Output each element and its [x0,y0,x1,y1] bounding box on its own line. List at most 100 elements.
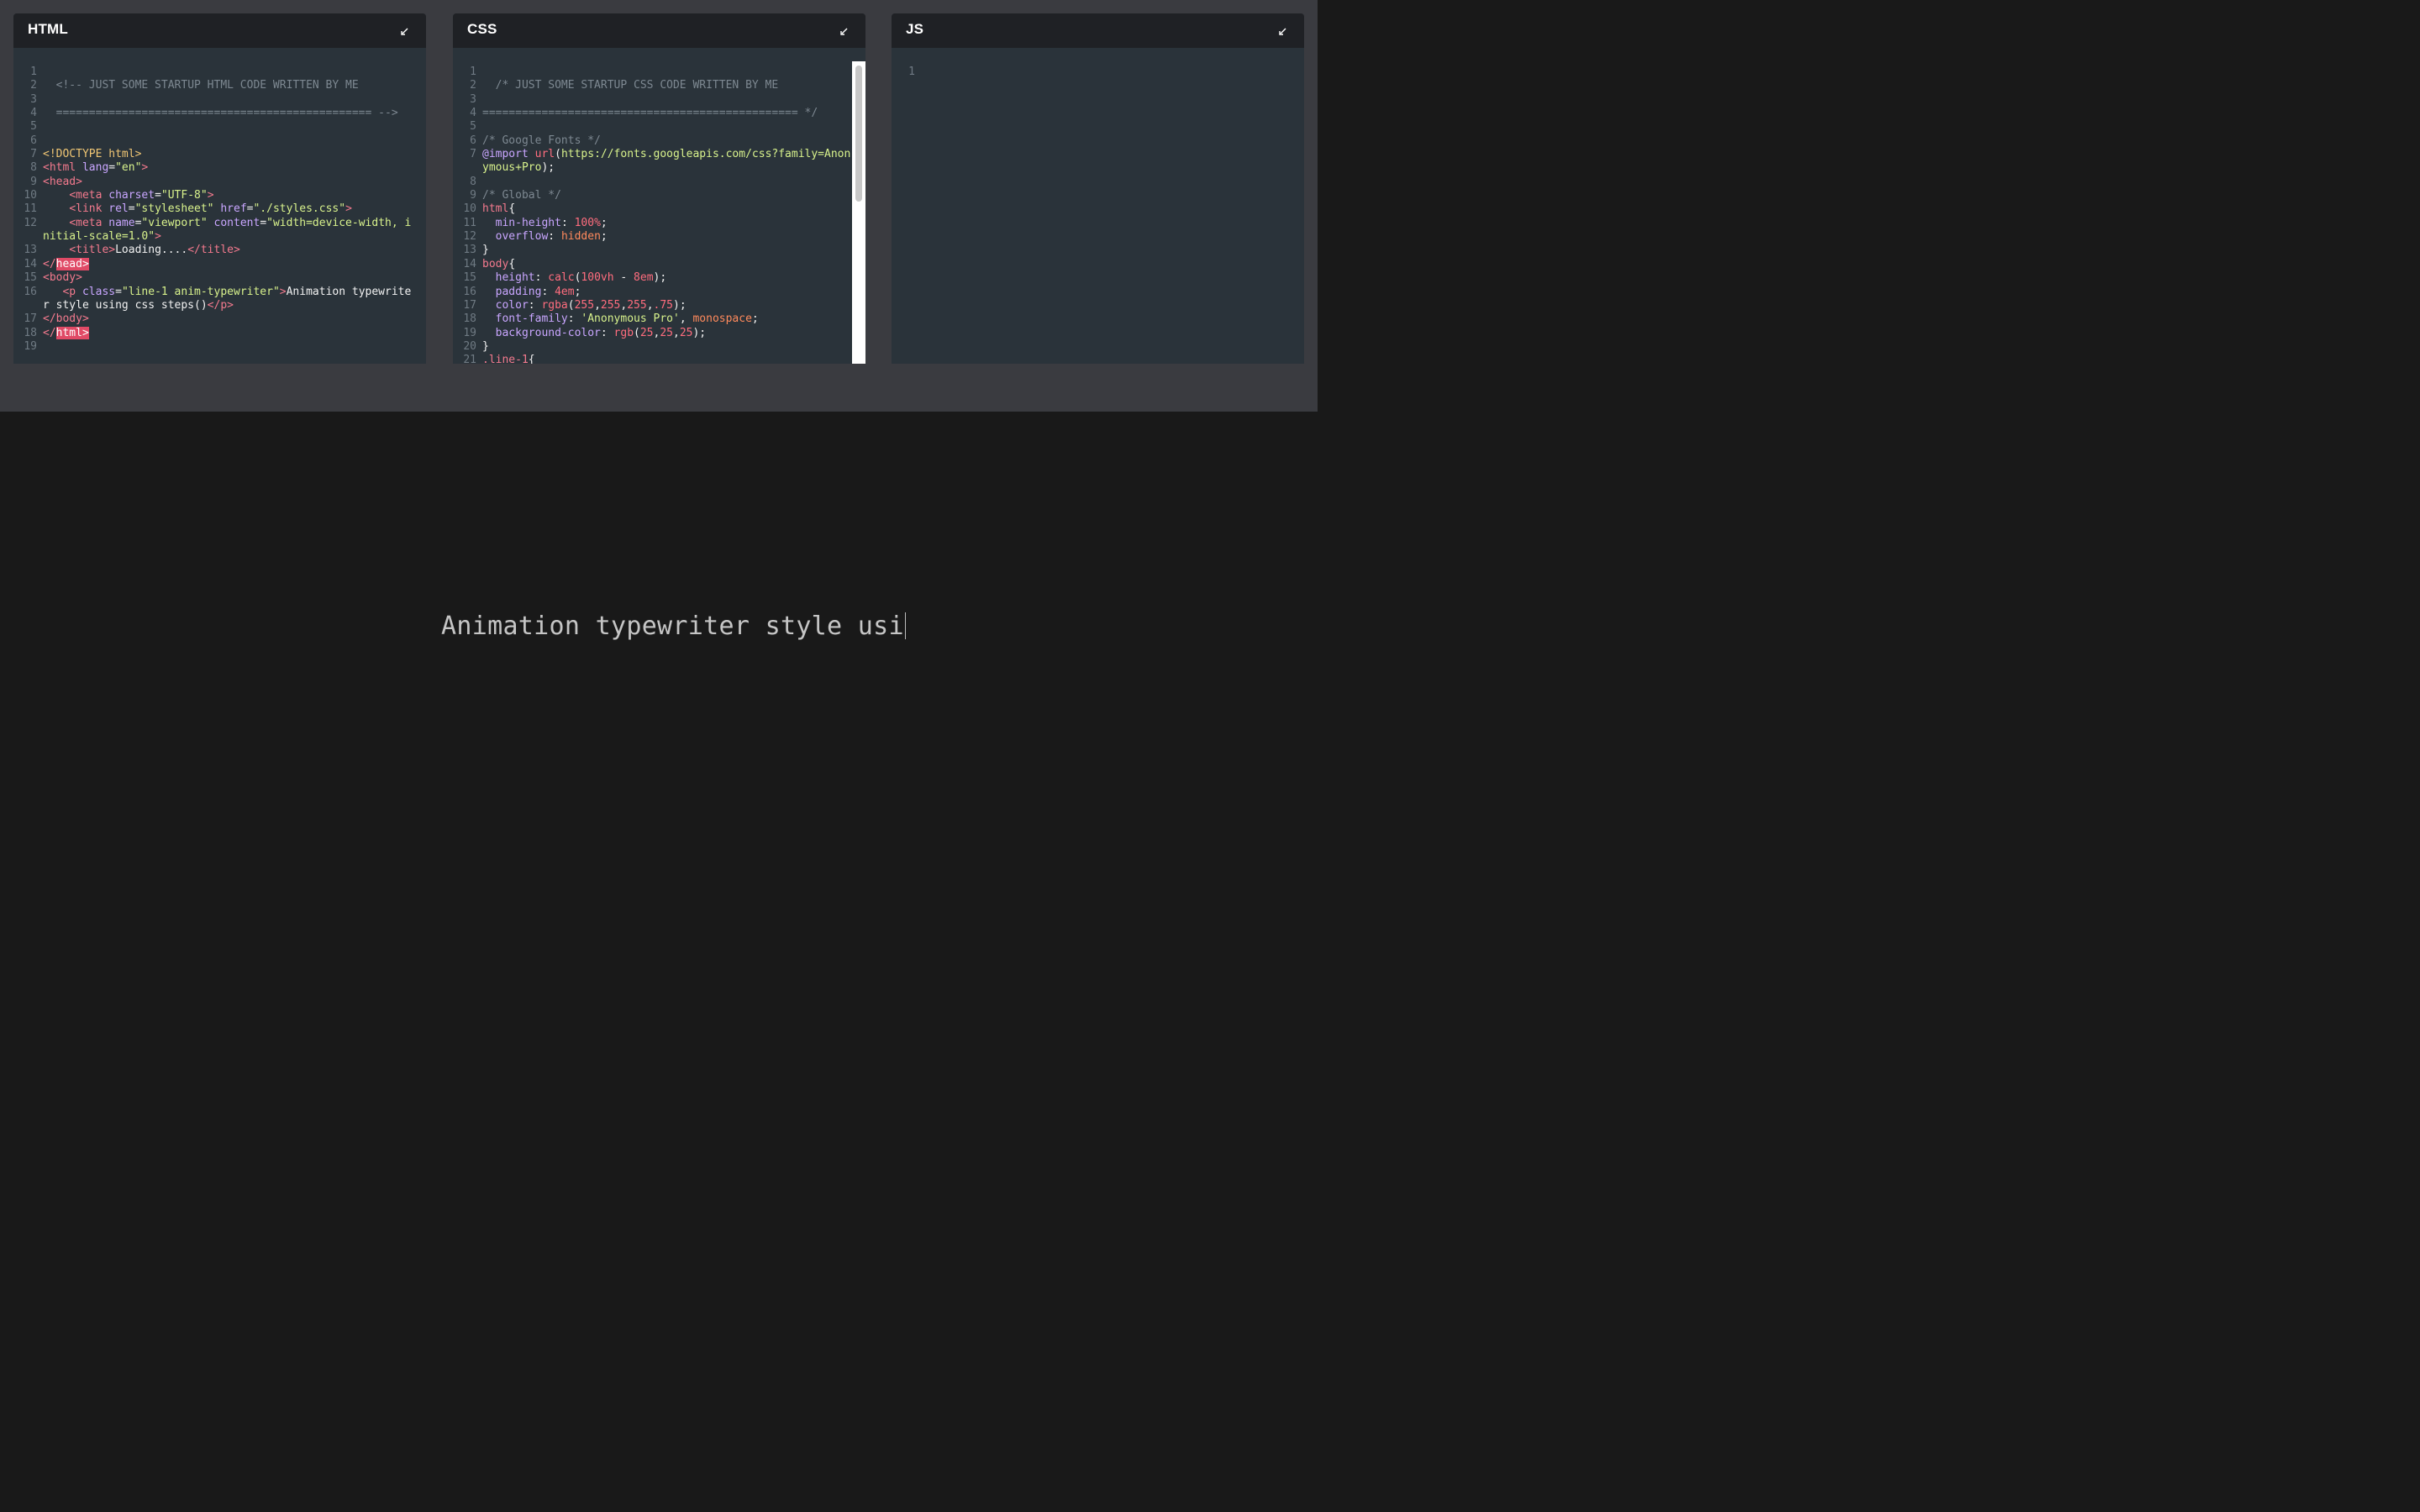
code-line: 15 height: calc(100vh - 8em); [453,271,852,285]
css-editor-panel: CSS 12 /* JUST SOME STARTUP CSS CODE WRI… [453,13,865,364]
code-line: 6 /* Google Fonts */ [453,134,852,148]
code-token: </ [43,257,56,270]
code-token: charset [108,189,155,202]
code-token: rgba [541,298,568,312]
code-token: { [508,202,516,216]
code-token: 255 [600,298,621,312]
js-code-lines: 1 [892,66,1291,79]
line-text [43,120,413,134]
line-text: padding: 4em; [482,286,852,299]
line-text [43,134,413,148]
code-token: ========================================… [43,107,398,120]
code-token: /* Google Fonts */ [482,134,601,147]
code-token: ); [692,326,707,339]
code-token: body [482,257,509,270]
line-number: 14 [24,257,37,270]
css-scrollbar[interactable] [852,61,865,364]
code-token: { [528,354,535,364]
line-number: 7 [470,148,476,161]
collapse-icon[interactable] [399,27,409,37]
line-number: 21 [463,354,476,364]
code-token: ); [541,161,555,175]
line-text: min-height: 100%; [482,217,852,230]
code-token: "UTF-8" [160,189,208,202]
code-line: 2 /* JUST SOME STARTUP CSS CODE WRITTEN … [453,79,852,92]
line-text: <!DOCTYPE html> [43,148,413,161]
collapse-icon[interactable] [839,27,849,37]
line-number: 14 [463,257,476,270]
css-code-editor[interactable]: 12 /* JUST SOME STARTUP CSS CODE WRITTEN… [453,61,865,364]
code-token: monospace [692,312,752,326]
line-number: 10 [463,202,476,216]
code-token: .line-1 [482,354,529,364]
code-token: </ [43,326,56,339]
code-line: 20} [453,340,852,354]
code-token: content [213,216,260,229]
scrollbar-thumb[interactable] [855,66,862,202]
js-code-editor[interactable]: 1 [892,61,1304,364]
code-token: , [673,326,680,339]
code-line: 9 <head> [13,176,413,189]
code-token: > [207,189,214,202]
line-number: 1 [30,66,37,78]
js-panel-header: JS [892,13,1304,48]
code-token: "en" [115,161,142,175]
code-token: <!DOCTYPE html> [43,148,142,161]
line-text: font-family: 'Anonymous Pro', monospace; [482,312,852,326]
line-number: 3 [470,92,476,106]
line-text [43,340,413,354]
code-line: 8 [453,176,852,189]
code-token: : [600,326,614,339]
line-number: 4 [470,107,476,120]
code-token: } [482,244,489,257]
line-text: ========================================… [43,107,413,120]
code-token: = [260,216,267,229]
line-text: color: rgba(255,255,255,.75); [482,299,852,312]
code-token: : [560,216,575,229]
code-token: = [155,189,161,202]
line-text [921,66,1291,79]
code-token: = [115,285,122,298]
code-token: = [108,161,116,175]
js-editor-panel: JS 1 [892,13,1304,364]
line-text: <p class="line-1 anim-typewriter">Animat… [43,286,413,313]
code-line: 5 [13,120,413,134]
line-number: 1 [908,66,915,78]
code-line: 1 [13,66,413,79]
code-token: ========================================… [482,107,818,120]
code-token: <meta [43,216,109,229]
line-text: .line-1{ [482,354,852,364]
code-token: ( [555,148,561,161]
code-token: ); [653,271,667,285]
line-text: /* JUST SOME STARTUP CSS CODE WRITTEN BY… [482,79,852,92]
code-line: 16 <p class="line-1 anim-typewriter">Ani… [13,286,413,313]
line-text [482,176,852,189]
code-token: min-height [482,216,561,229]
html-code-editor[interactable]: 12 <!-- JUST SOME STARTUP HTML CODE WRIT… [13,61,426,364]
code-token: > [279,285,287,298]
code-token: <p [43,285,82,298]
html-panel-title: HTML [28,21,69,37]
code-token: <body> [43,271,82,285]
code-line: 14 </head> [13,257,413,271]
collapse-icon[interactable] [1277,27,1287,37]
code-token: = [128,202,135,216]
code-line: 18 </html> [13,326,413,340]
code-token: } [482,339,489,353]
code-token: /* Global */ [482,189,561,202]
code-playground: HTML 12 <!-- JUST SOME STARTUP HTML CODE… [0,0,1318,823]
code-token: ( [634,326,640,339]
code-line: 4 ======================================… [13,107,413,120]
code-token: font-family [482,312,568,326]
line-text: } [482,244,852,257]
line-number: 5 [470,120,476,134]
code-line: 3 [453,93,852,107]
code-token: > [141,161,149,175]
editor-area: HTML 12 <!-- JUST SOME STARTUP HTML CODE… [0,0,1318,412]
code-token: overflow [482,230,549,244]
line-text: <head> [43,176,413,189]
code-token: head> [55,257,89,270]
line-number: 15 [24,271,37,285]
line-number: 3 [30,92,37,106]
code-token: 25 [639,326,654,339]
